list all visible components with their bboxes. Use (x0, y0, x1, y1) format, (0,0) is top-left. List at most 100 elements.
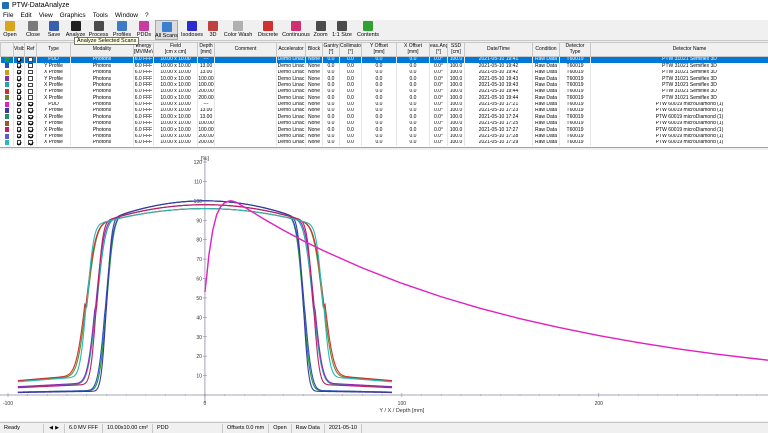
discrete-button[interactable]: Discrete (257, 20, 279, 40)
column-header[interactable]: Y Offset [mm] (361, 42, 397, 57)
ref-checkbox[interactable] (28, 95, 33, 100)
visible-checkbox[interactable] (16, 76, 22, 81)
column-header[interactable]: Visible (13, 42, 25, 57)
ref-checkbox[interactable] (28, 140, 33, 145)
column-header[interactable]: Depth [mm] (197, 42, 215, 57)
table-row[interactable]: X Profile Photons 6.0 FFF 10.00 x 10.00 200.… (0, 139, 768, 147)
menu-graphics[interactable]: Graphics (60, 12, 86, 19)
chart-svg[interactable]: 102030405060708090100110120-100 0 100 200 [… (0, 150, 768, 421)
ref-checkbox[interactable] (28, 133, 33, 139)
column-header[interactable]: Comment (214, 42, 277, 57)
column-header[interactable]: Field [cm x cm] (153, 42, 198, 57)
column-header[interactable]: Detector Type (559, 42, 591, 57)
cell-block: None (305, 139, 323, 147)
menu-window[interactable]: Window (115, 12, 138, 19)
isodose-icon (187, 21, 197, 31)
discrete-icon (263, 21, 273, 31)
scan-color-swatch (4, 88, 9, 94)
cell-field: 10.00 x 10.00 (153, 139, 198, 147)
color-wash-button[interactable]: Color Wash (224, 20, 252, 40)
visible-checkbox[interactable] (16, 120, 22, 126)
ref-checkbox[interactable] (28, 101, 33, 107)
cell-xoffset: 0.0 (396, 56, 430, 64)
menu-edit[interactable]: Edit (20, 12, 31, 19)
scan-color-swatch (4, 63, 9, 69)
visible-checkbox[interactable] (16, 133, 22, 139)
visible-checkbox[interactable] (16, 95, 22, 100)
column-header[interactable]: Date/Time (464, 42, 533, 57)
cell-gantry: 0.0 (322, 56, 340, 64)
zoom-label: Zoom (313, 32, 328, 38)
cell-energy: 6.0 FFF (133, 139, 154, 147)
column-header[interactable]: Condition (532, 42, 560, 57)
3d-button[interactable]: 3D (206, 20, 220, 40)
scan-color-swatch (4, 140, 9, 145)
menu-tools[interactable]: Tools (93, 12, 108, 19)
scan-color-swatch (4, 82, 9, 88)
close-label: Close (25, 32, 41, 38)
folder-open-icon (5, 21, 15, 31)
close-button[interactable]: Close (24, 20, 42, 40)
column-header[interactable]: Accelerator (276, 42, 306, 57)
profiles-icon (117, 21, 127, 31)
next-scan-icon[interactable]: ▶ (54, 424, 60, 433)
menu-help[interactable]: ? (145, 12, 149, 19)
ref-checkbox[interactable] (28, 108, 33, 113)
visible-checkbox[interactable] (16, 69, 22, 75)
visible-checkbox[interactable] (16, 63, 22, 68)
title-bar: PTW-DataAnalyze (0, 0, 768, 11)
scan-color-swatch (4, 133, 9, 139)
contents-button[interactable]: Contents (356, 20, 380, 40)
ref-checkbox[interactable] (28, 57, 33, 62)
pdd-curve (204, 200, 768, 361)
y-tick-label: 40 (196, 315, 202, 321)
menu-view[interactable]: View (39, 12, 53, 19)
zoom-button[interactable]: Zoom (313, 20, 328, 40)
table-row[interactable]: PDD Photons 6.0 FFF 10.00 x 10.00 --- Demo Li… (0, 56, 768, 64)
column-header[interactable]: Ref (24, 42, 37, 57)
visible-checkbox[interactable] (16, 101, 22, 107)
cell-datetime: 2021-05-10 19:41 (464, 56, 533, 64)
open-button[interactable]: Open (1, 20, 19, 40)
close-file-icon (28, 21, 38, 31)
visible-checkbox[interactable] (16, 114, 22, 120)
ref-checkbox[interactable] (28, 76, 33, 81)
one-to-one-size-button[interactable]: 1:1 Size (331, 20, 353, 40)
cell-accelerator: Demo Linac (276, 139, 306, 147)
column-header[interactable]: Block (305, 42, 323, 57)
isodoses-button[interactable]: Isodoses (181, 20, 203, 40)
visible-checkbox[interactable] (16, 89, 22, 94)
column-header[interactable]: Detector Name (590, 42, 768, 57)
ref-checkbox[interactable] (28, 89, 33, 94)
visible-checkbox[interactable] (16, 57, 22, 62)
column-header[interactable]: Collimator [°] (339, 42, 362, 57)
column-header[interactable]: SSD [cm] (447, 42, 465, 57)
visible-checkbox[interactable] (16, 127, 22, 132)
all-scans-button[interactable]: All Scans (155, 20, 178, 40)
ref-checkbox[interactable] (28, 63, 33, 68)
continuous-button[interactable]: Continuous (282, 20, 310, 40)
cell-yoffset: 0.0 (361, 56, 397, 64)
save-button[interactable]: Save (45, 20, 63, 40)
y-tick-label: 90 (196, 218, 202, 224)
menu-file[interactable]: File (3, 12, 13, 19)
dose-plot[interactable]: 10 20 30 40 50 60 70 80 90 100 110 120 -100 0 100 200 [… (0, 150, 768, 421)
column-header[interactable]: Type (36, 42, 71, 57)
column-header[interactable]: Gantry [°] (322, 42, 340, 57)
y-tick-label: 80 (196, 238, 202, 244)
ref-checkbox[interactable] (28, 114, 33, 120)
ref-checkbox[interactable] (28, 127, 33, 132)
visible-checkbox[interactable] (16, 140, 22, 145)
status-field: 10.00x10.00 cm² (103, 423, 153, 433)
visible-checkbox[interactable] (16, 108, 22, 113)
column-header[interactable]: eas.Ang [°] (429, 42, 448, 57)
ref-checkbox[interactable] (28, 120, 33, 126)
column-header[interactable]: X Offset [mm] (396, 42, 430, 57)
fit-size-icon (337, 21, 347, 31)
cell-dettype: T60019 (559, 139, 591, 147)
3d-icon (208, 21, 218, 31)
open-label: Open (3, 32, 17, 38)
visible-checkbox[interactable] (16, 82, 22, 88)
ref-checkbox[interactable] (28, 69, 33, 75)
ref-checkbox[interactable] (28, 82, 33, 88)
